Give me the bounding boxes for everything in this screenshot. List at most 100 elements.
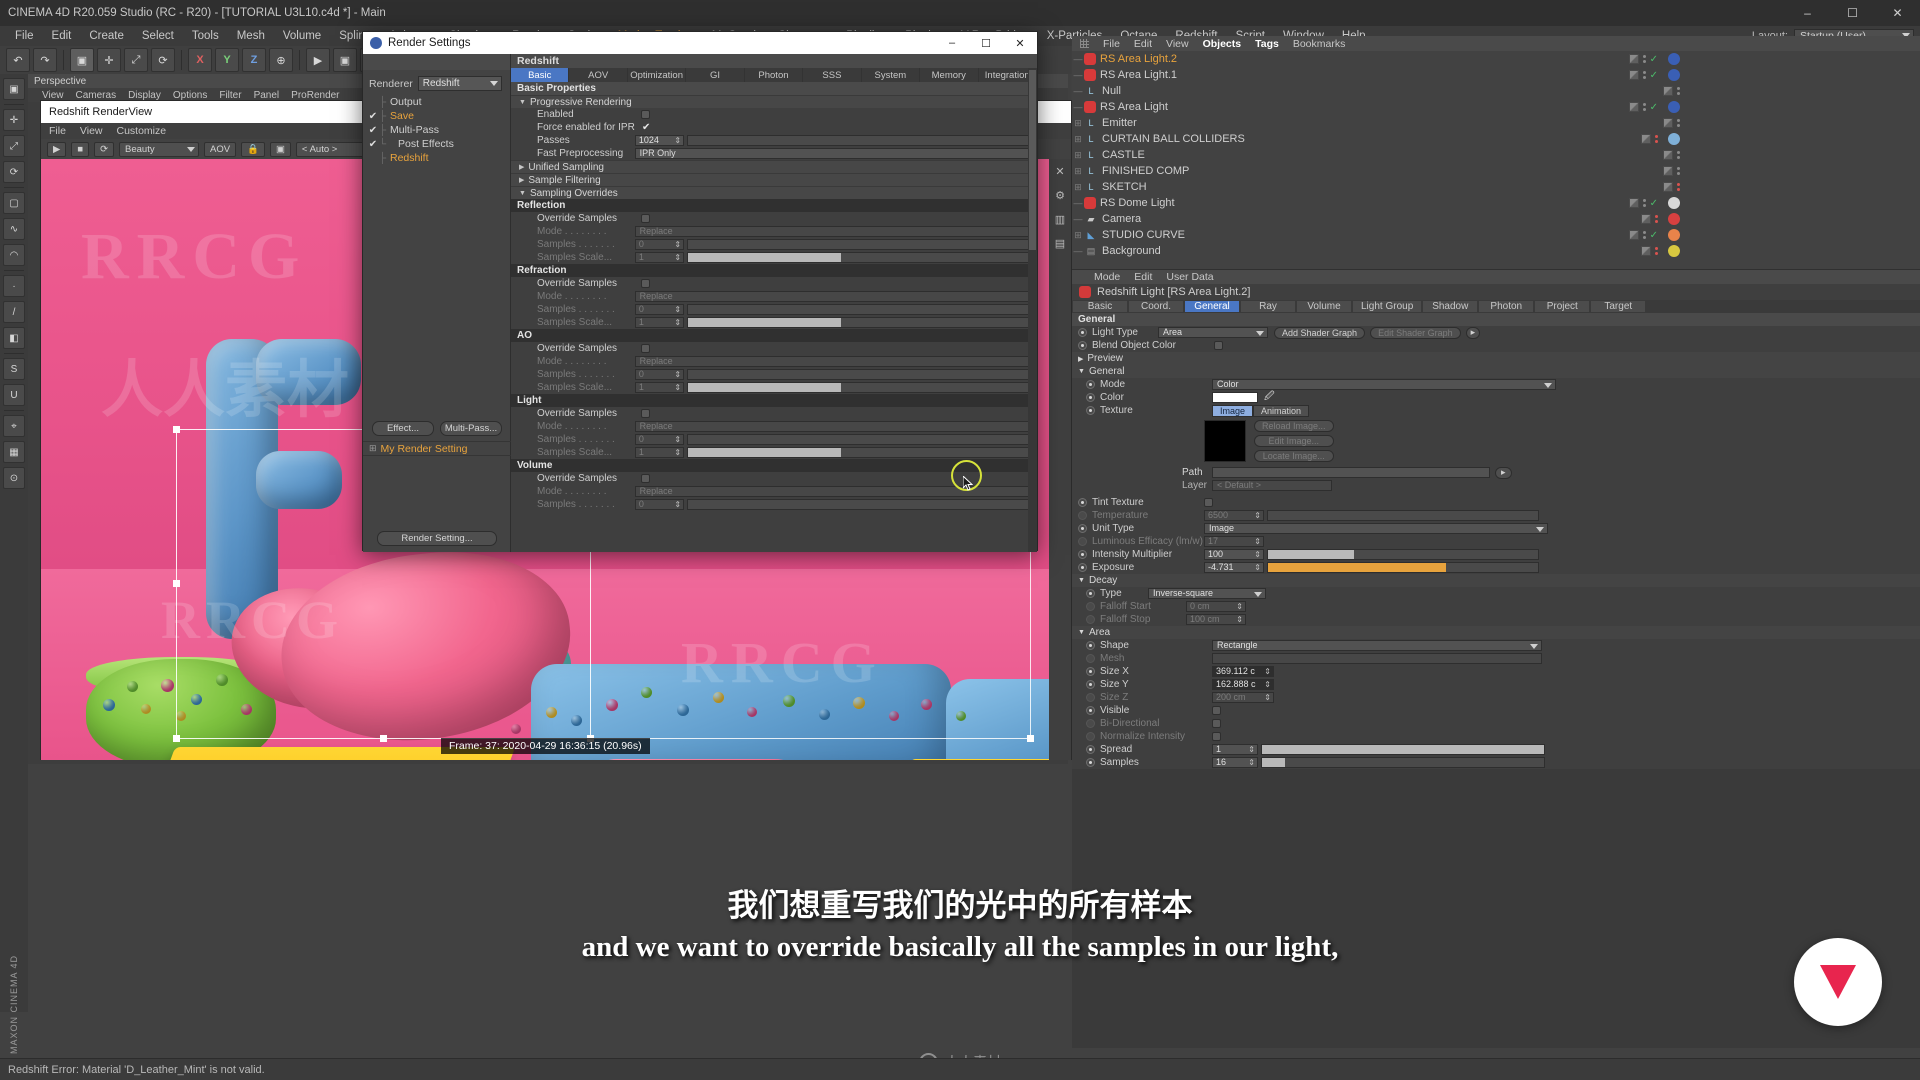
layer-swatch[interactable] xyxy=(1628,102,1639,112)
override-samples-checkbox[interactable] xyxy=(641,409,650,418)
layer-swatch[interactable] xyxy=(1628,70,1639,80)
stepper-icon[interactable]: ⇕ xyxy=(674,435,681,444)
stepper-icon[interactable]: ⇕ xyxy=(674,305,681,314)
workplane-icon[interactable]: ▦ xyxy=(3,441,25,463)
menu-item-tools[interactable]: Tools xyxy=(183,26,228,46)
object-tag-icon[interactable] xyxy=(1668,53,1680,65)
shape-animate-dot[interactable] xyxy=(1086,641,1095,650)
decay-type-select[interactable]: Inverse-square xyxy=(1148,588,1266,599)
samples-input[interactable]: 0 ⇕ xyxy=(634,499,685,510)
om-menu-edit[interactable]: Edit xyxy=(1134,38,1152,50)
object-tag-icon[interactable] xyxy=(1668,133,1680,145)
texture-mode-icon[interactable]: S xyxy=(3,358,25,380)
visibility-dots[interactable] xyxy=(1677,87,1680,95)
attribute-tab-shadow[interactable]: Shadow xyxy=(1422,300,1479,313)
expand-icon[interactable]: ⊞ xyxy=(1072,182,1084,193)
axis-lock-icon[interactable]: ⊙ xyxy=(3,467,25,489)
spline-icon[interactable]: ∿ xyxy=(3,218,25,240)
visibility-dot[interactable] xyxy=(1642,76,1646,79)
gizmo-handle[interactable] xyxy=(1027,735,1034,742)
override-samples-checkbox[interactable] xyxy=(641,344,650,353)
size-y-animate-dot[interactable] xyxy=(1086,680,1095,689)
renderview-refresh-button[interactable]: ⟳ xyxy=(94,141,115,157)
enabled-checkbox[interactable] xyxy=(641,110,650,119)
layers-icon[interactable]: ▤ xyxy=(1052,235,1068,251)
menu-item-volume[interactable]: Volume xyxy=(274,26,330,46)
samples-scale-slider[interactable] xyxy=(687,317,1037,328)
samples-scale-input[interactable]: 1 ⇕ xyxy=(634,317,685,328)
tree-item-checkbox[interactable]: ✔ xyxy=(367,111,379,122)
enabled-check-icon[interactable]: ✓ xyxy=(1650,198,1658,209)
edit-shader-graph-button[interactable]: Edit Shader Graph xyxy=(1370,326,1461,339)
scale-tool-button[interactable]: ⤢ xyxy=(124,48,148,72)
samples-scale-slider[interactable] xyxy=(687,447,1037,458)
visibility-dot[interactable] xyxy=(1677,87,1680,90)
live-selection-button[interactable]: ▣ xyxy=(70,48,94,72)
add-shader-graph-button[interactable]: Add Shader Graph xyxy=(1274,326,1366,339)
redshift-tab-photon[interactable]: Photon xyxy=(745,68,804,82)
texture-tab-image[interactable]: Image xyxy=(1212,404,1254,417)
decay-group[interactable]: ▼ Decay xyxy=(1072,574,1920,587)
object-row[interactable]: ⊞ L SKETCH xyxy=(1072,179,1920,195)
axis-y-button[interactable]: Y xyxy=(215,48,239,72)
visibility-dot[interactable] xyxy=(1642,55,1646,58)
object-tag-icon[interactable] xyxy=(1668,197,1680,209)
intensity-animate-dot[interactable] xyxy=(1078,550,1087,559)
visibility-dot[interactable] xyxy=(1677,124,1680,127)
unit-type-animate-dot[interactable] xyxy=(1078,524,1087,533)
mode-select[interactable]: Replace xyxy=(634,291,1037,302)
stepper-icon[interactable]: ⇕ xyxy=(1264,693,1271,702)
progressive-rendering-group[interactable]: ▼ Progressive Rendering xyxy=(511,95,1037,108)
om-menu-view[interactable]: View xyxy=(1166,38,1189,50)
enabled-check-icon[interactable]: ✓ xyxy=(1650,102,1658,113)
stepper-icon[interactable]: ⇕ xyxy=(674,500,681,509)
samples-animate-dot[interactable] xyxy=(1086,758,1095,767)
object-tag-icon[interactable] xyxy=(1668,245,1680,257)
close-button[interactable]: ✕ xyxy=(1875,0,1920,26)
fast-preprocessing-select[interactable]: IPR Only xyxy=(634,148,1037,159)
scale-icon[interactable]: ⤢ xyxy=(3,135,25,157)
mesh-input[interactable] xyxy=(1212,653,1542,664)
visibility-dot[interactable] xyxy=(1642,199,1646,202)
uv-mode-icon[interactable]: U xyxy=(3,384,25,406)
renderview-menu-view[interactable]: View xyxy=(80,125,103,137)
edit-image-button[interactable]: Edit Image... xyxy=(1254,435,1334,447)
stepper-icon[interactable]: ⇕ xyxy=(1254,563,1261,572)
spread-input[interactable]: 1 ⇕ xyxy=(1212,744,1258,755)
stepper-icon[interactable]: ⇕ xyxy=(1254,537,1261,546)
render-tree-item[interactable]: ✔ ├ Save xyxy=(363,109,510,123)
object-row[interactable]: ⊞ L CASTLE xyxy=(1072,147,1920,163)
visibility-dots[interactable] xyxy=(1677,167,1680,175)
dialog-maximize-button[interactable]: ☐ xyxy=(969,32,1003,54)
redshift-tab-memory[interactable]: Memory xyxy=(920,68,979,82)
expand-icon[interactable]: ⊞ xyxy=(1072,230,1084,241)
visibility-dot[interactable] xyxy=(1677,172,1680,175)
edge-mode-icon[interactable]: / xyxy=(3,301,25,323)
tint-texture-checkbox[interactable] xyxy=(1204,498,1213,507)
rotate-icon[interactable]: ⟳ xyxy=(3,161,25,183)
collapsed-group-sample-filtering[interactable]: ▶ Sample Filtering xyxy=(511,173,1037,186)
enabled-check-icon[interactable]: ✓ xyxy=(1650,70,1658,81)
passes-input[interactable]: 1024 ⇕ xyxy=(634,135,685,146)
samples-input[interactable]: 0 ⇕ xyxy=(634,369,685,380)
stepper-icon[interactable]: ⇕ xyxy=(674,383,681,392)
samples-slider[interactable] xyxy=(687,369,1037,380)
visibility-dots[interactable] xyxy=(1677,183,1680,191)
unit-type-select[interactable]: Image xyxy=(1204,523,1548,534)
visible-checkbox[interactable] xyxy=(1212,706,1221,715)
samples-scale-input[interactable]: 1 ⇕ xyxy=(634,382,685,393)
redshift-tab-system[interactable]: System xyxy=(862,68,921,82)
attribute-tab-target[interactable]: Target xyxy=(1590,300,1647,313)
object-row[interactable]: ⊞ L Emitter xyxy=(1072,115,1920,131)
object-row[interactable]: — ▰ Camera xyxy=(1072,211,1920,227)
visibility-dot[interactable] xyxy=(1655,215,1658,218)
visibility-dot[interactable] xyxy=(1655,252,1658,255)
visibility-dots[interactable] xyxy=(1655,135,1658,143)
visibility-dot[interactable] xyxy=(1677,156,1680,159)
samples-scale-slider[interactable] xyxy=(687,252,1037,263)
stepper-icon[interactable]: ⇕ xyxy=(1264,680,1271,689)
redshift-tab-aov[interactable]: AOV xyxy=(569,68,628,82)
visibility-dot[interactable] xyxy=(1655,220,1658,223)
drag-grip-icon[interactable] xyxy=(1080,39,1089,48)
stepper-icon[interactable]: ⇕ xyxy=(674,370,681,379)
